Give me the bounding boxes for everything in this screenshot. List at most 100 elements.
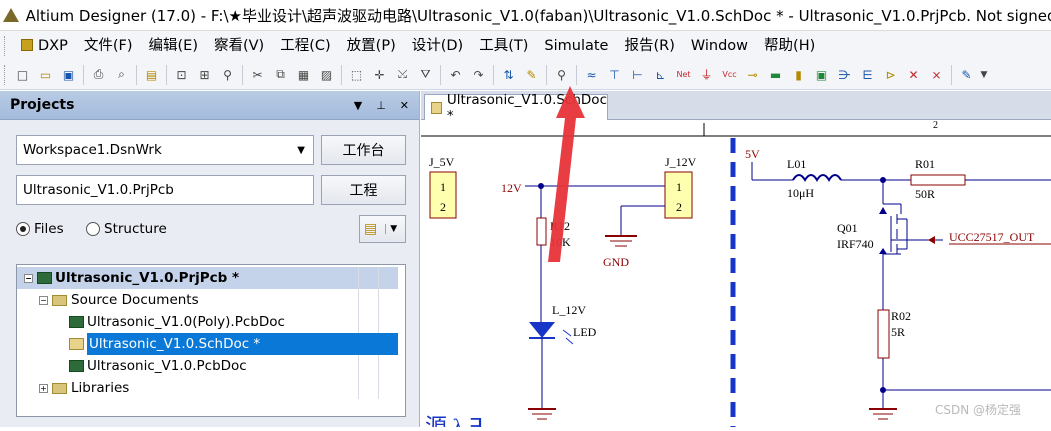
tab-schdoc[interactable]: Ultrasonic_V1.0.SchDoc * [424,92,608,124]
cross-probe-icon[interactable]: ✎ [521,65,542,85]
workspace-button[interactable]: 工作台 [321,135,406,165]
print-preview-icon[interactable]: ⌕ [111,65,132,85]
schematic-canvas[interactable]: 2 J_5V 1 2 12V R12 10K L_12V LED J_12V 1… [421,120,1051,431]
j5v-pin1: 1 [440,180,446,194]
drawing-tools-icon[interactable]: ✎ [956,65,977,85]
new-file-icon[interactable]: □ [12,65,33,85]
menu-help[interactable]: 帮助(H) [756,35,823,57]
deselect-icon[interactable]: ⤩ [392,65,413,85]
tree-item-poly-pcbdoc[interactable]: Ultrasonic_V1.0(Poly).PcbDoc [17,311,398,333]
mosfet-icon[interactable] [882,203,921,310]
cut-icon[interactable]: ✂ [247,65,268,85]
tree-project-label: Ultrasonic_V1.0.PrjPcb * [55,270,240,286]
workspace-combo[interactable]: Workspace1.DsnWrk ▼ [16,135,314,165]
hierarchy-icon[interactable]: ⇅ [498,65,519,85]
menu-bar: DXP 文件(F) 编辑(E) 察看(V) 工程(C) 放置(P) 设计(D) … [0,31,1051,60]
menu-tools[interactable]: 工具(T) [471,35,536,57]
place-wire-icon[interactable]: ≈ [581,65,602,85]
menu-grip-icon [4,35,7,56]
gnd-port-icon[interactable]: ⏚ [696,65,717,85]
drawing-tools-dropdown-icon[interactable]: ▼ [979,65,989,85]
open-device-icon[interactable]: ▤ [141,65,162,85]
open-folder-icon[interactable]: ▭ [35,65,56,85]
project-options-button[interactable]: ▤ ▼ [359,215,406,243]
select-area-icon[interactable]: ⬚ [346,65,367,85]
menu-reports[interactable]: 报告(R) [616,35,682,57]
menu-simulate[interactable]: Simulate [536,35,616,57]
paste-icon[interactable]: ▦ [293,65,314,85]
toolbar-separator [242,64,243,85]
vcc-port-icon[interactable]: Vcc [719,65,740,85]
project-button[interactable]: 工程 [321,175,406,205]
place-part-icon[interactable]: ⊸ [742,65,763,85]
toolbar-separator [493,64,494,85]
menu-place[interactable]: 放置(P) [339,35,404,57]
tree-item-schdoc[interactable]: Ultrasonic_V1.0.SchDoc * [17,333,398,355]
move-icon[interactable]: ✛ [369,65,390,85]
collapse-icon[interactable]: − [24,273,33,283]
gnd-symbol-icon [869,408,897,420]
pin-icon[interactable]: ⊥ [376,99,386,112]
place-harness-connector-icon[interactable]: ⋺ [834,65,855,85]
menu-window[interactable]: Window [683,35,756,57]
place-bus-entry-icon[interactable]: ⊢ [627,65,648,85]
menu-edit[interactable]: 编辑(E) [141,35,206,57]
expand-icon[interactable]: + [39,383,48,393]
save-icon[interactable]: ▣ [58,65,79,85]
structure-radio-label: Structure [104,221,167,237]
clear-filter-icon[interactable]: ⛛ [415,65,436,85]
undo-icon[interactable]: ↶ [445,65,466,85]
redo-icon[interactable]: ↷ [468,65,489,85]
place-sheet-symbol-icon[interactable]: ▬ [765,65,786,85]
browse-library-icon[interactable]: ⚲ [551,65,572,85]
copy-icon[interactable]: ⧉ [270,65,291,85]
menu-design[interactable]: 设计(D) [404,35,471,57]
led-diode-icon[interactable] [529,322,555,338]
place-sheet-entry-icon[interactable]: ▮ [788,65,809,85]
r01-value: 50R [915,187,935,201]
gnd-symbol-icon [605,235,637,247]
zoom-fit-icon[interactable]: ⊡ [171,65,192,85]
place-device-sheet-icon[interactable]: ▣ [811,65,832,85]
structure-radio[interactable]: Structure [86,221,167,237]
project-field[interactable]: Ultrasonic_V1.0.PrjPcb [16,175,314,205]
tree-item-project[interactable]: − Ultrasonic_V1.0.PrjPcb * [17,267,398,289]
menu-project[interactable]: 工程(C) [272,35,338,57]
r12-resistor[interactable] [536,217,547,246]
collapse-icon[interactable]: − [39,295,48,305]
q01-label: Q01 [837,221,858,235]
place-signal-harness-icon[interactable]: ⊾ [650,65,671,85]
r02-resistor[interactable] [877,309,890,359]
files-radio[interactable]: Files [16,221,64,237]
j12v-pin2: 2 [676,200,682,214]
toolbar-grip-icon [4,64,7,85]
tree-item-pcbdoc[interactable]: Ultrasonic_V1.0.PcbDoc [17,355,398,377]
no-erc-icon[interactable]: ✕ [903,65,924,85]
tree-item-source-documents[interactable]: − Source Documents [17,289,398,311]
tree-item-libraries[interactable]: + Libraries [17,377,398,399]
toolbar-separator [546,64,547,85]
place-harness-entry-icon[interactable]: ⋿ [857,65,878,85]
print-icon[interactable]: ⎙ [88,65,109,85]
menu-file[interactable]: 文件(F) [76,35,141,57]
panel-menu-icon[interactable]: ▼ [354,99,362,112]
led-label: LED [573,325,597,339]
close-panel-icon[interactable]: ✕ [400,99,409,112]
zoom-selected-icon[interactable]: ⚲ [217,65,238,85]
project-document-icon: ▤ [364,221,378,237]
project-field-value: Ultrasonic_V1.0.PrjPcb [23,182,174,198]
folder-icon [52,382,67,394]
zoom-area-icon[interactable]: ⊞ [194,65,215,85]
r01-resistor[interactable] [910,174,966,186]
place-port-icon[interactable]: ⊳ [880,65,901,85]
inductor-icon[interactable] [792,174,842,182]
rubber-stamp-icon[interactable]: ▨ [316,65,337,85]
menu-dxp[interactable]: DXP [13,35,76,57]
compile-mask-icon[interactable]: ⨯ [926,65,947,85]
menu-view[interactable]: 察看(V) [206,35,272,57]
tree-libraries-label: Libraries [71,380,130,396]
place-bus-icon[interactable]: ⊤ [604,65,625,85]
place-net-label-icon[interactable]: Net [673,65,694,85]
toolbar: □ ▭ ▣ ⎙ ⌕ ▤ ⊡ ⊞ ⚲ ✂ ⧉ ▦ ▨ ⬚ ✛ ⤩ ⛛ ↶ ↷ ⇅ … [0,60,1051,90]
window-title: Altium Designer (17.0) - F:\★毕业设计\超声波驱动电… [25,6,1051,25]
